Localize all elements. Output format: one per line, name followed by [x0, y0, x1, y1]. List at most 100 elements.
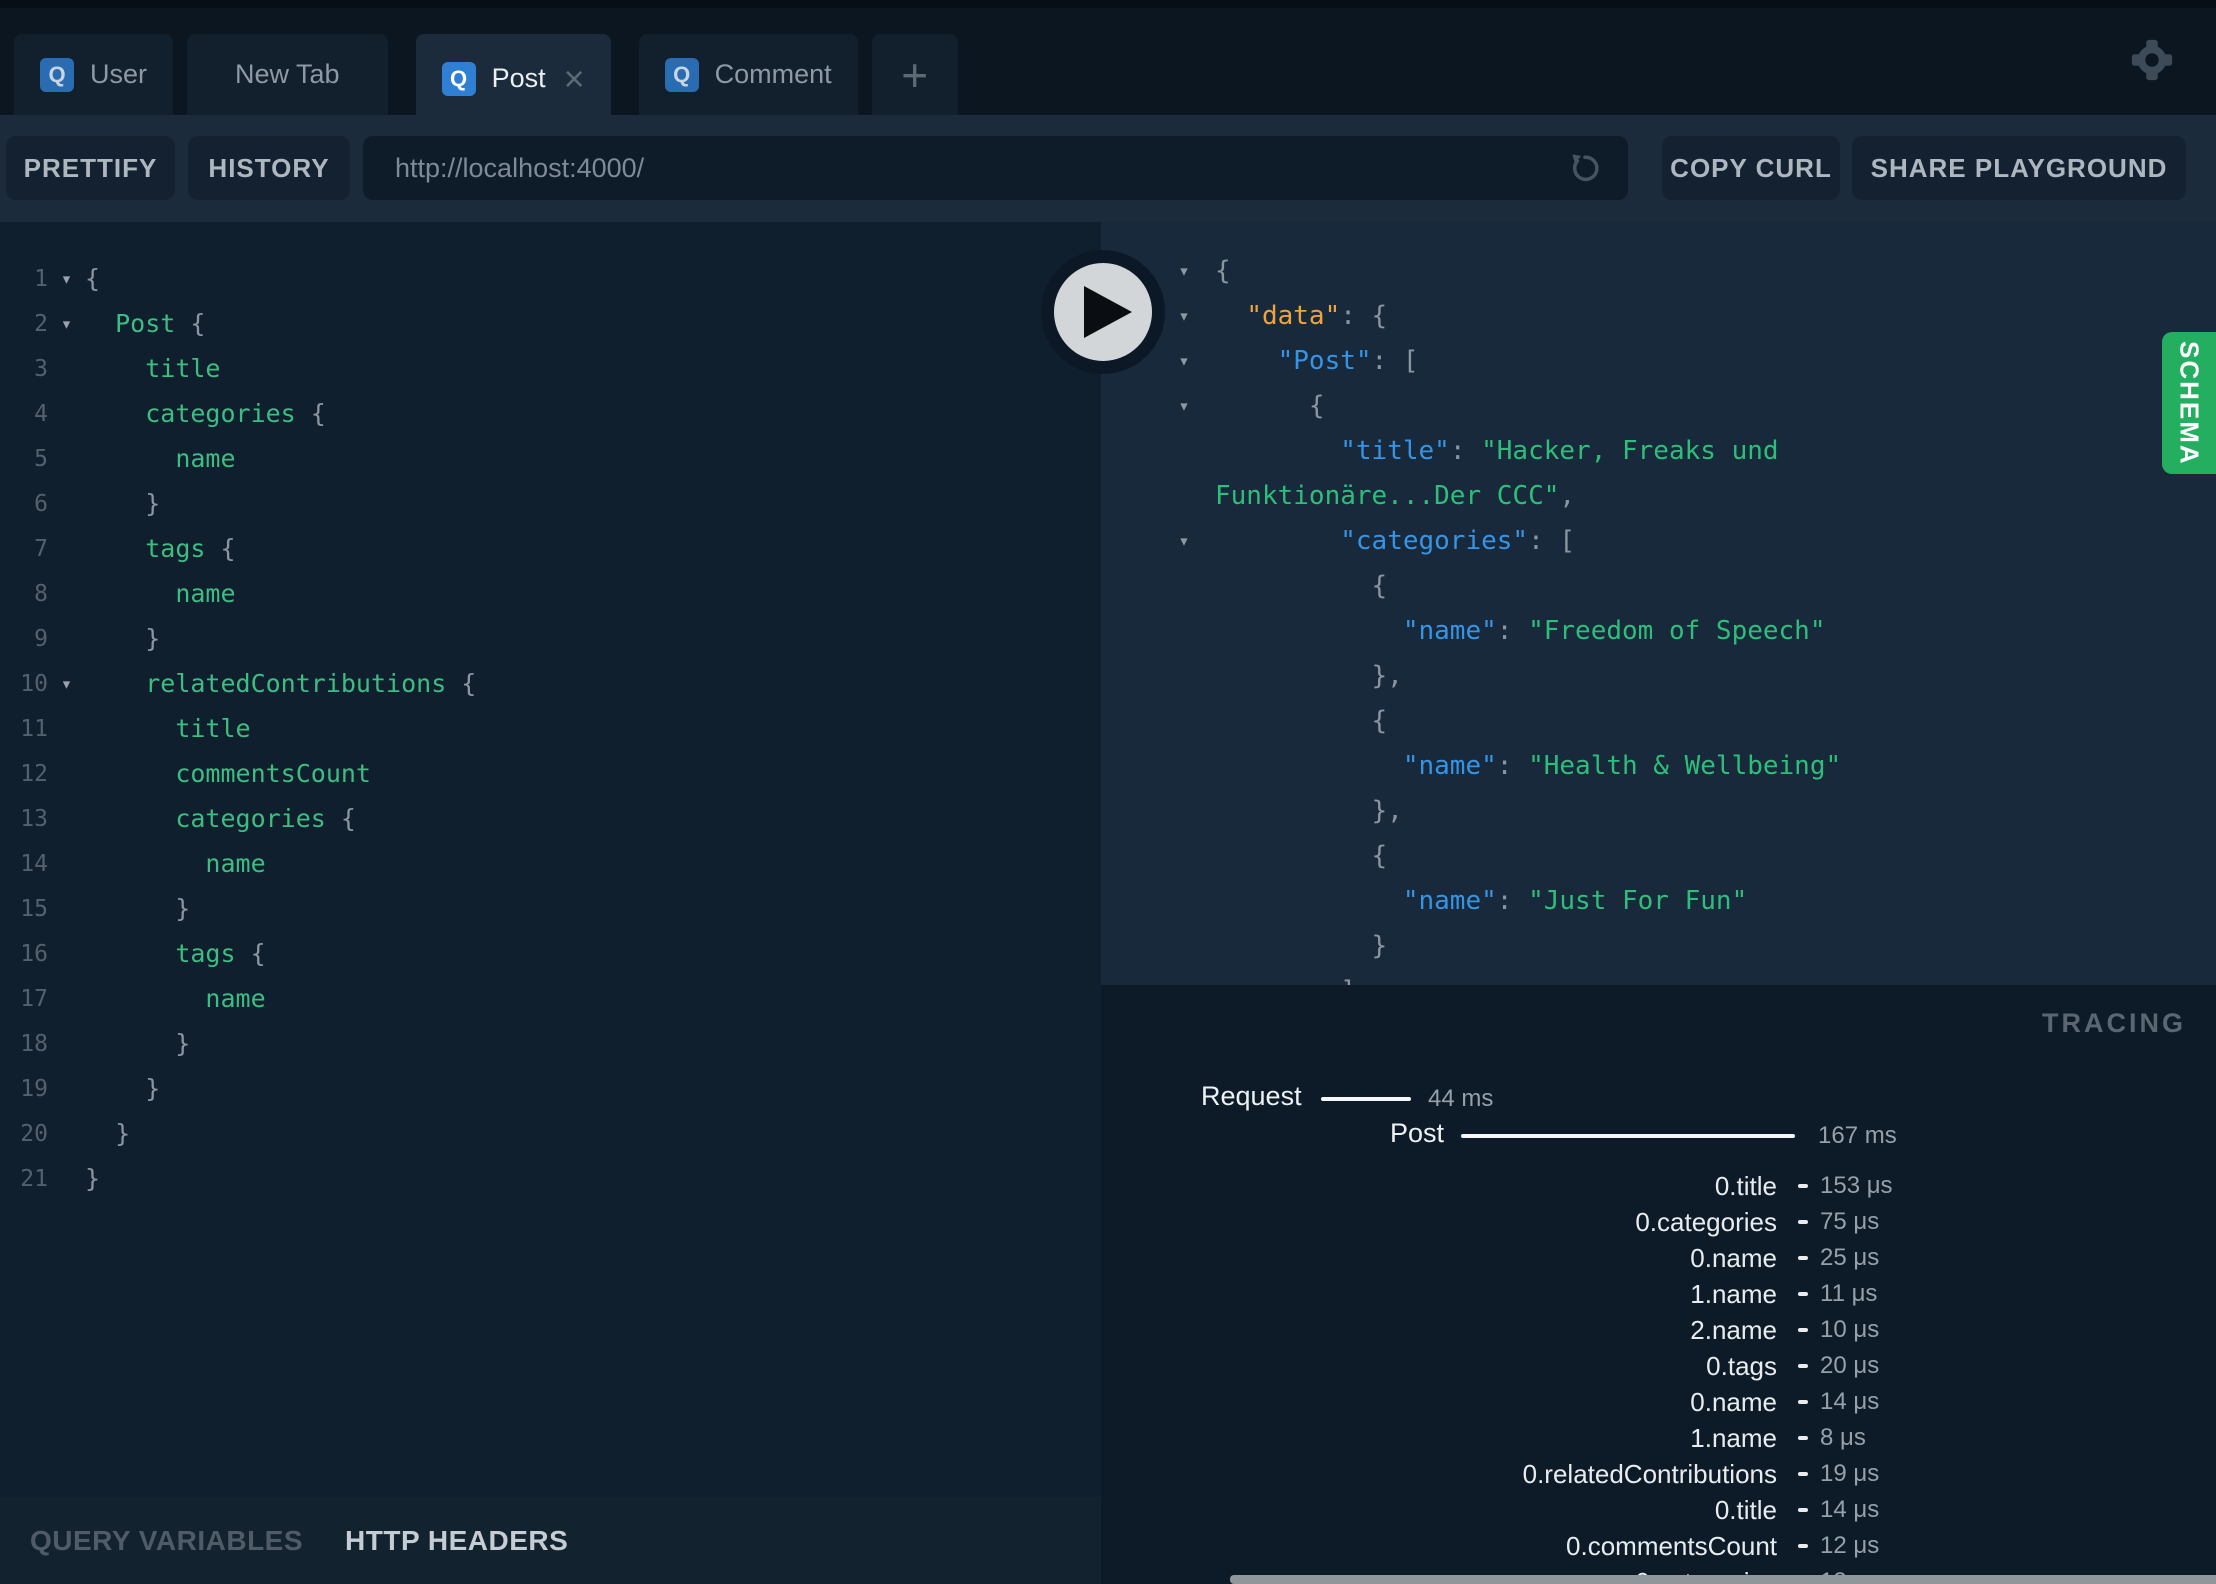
schema-side-tab-label: SCHEMA: [2174, 340, 2205, 466]
trace-span-time: 44 ms: [1428, 1085, 1494, 1112]
fold-arrow-icon[interactable]: ▾: [48, 673, 85, 695]
query-line: 6 }: [0, 481, 1101, 526]
reload-schema-icon[interactable]: [1566, 149, 1604, 187]
code-token-p: :: [1496, 885, 1529, 916]
fold-arrow-icon[interactable]: ▾: [1101, 395, 1215, 417]
trace-duration-tick: [1798, 1472, 1808, 1476]
response-code-text: "title": "Hacker, Freaks und: [1215, 435, 1778, 466]
line-number: 21: [20, 1165, 48, 1192]
query-code-text: commentsCount: [85, 759, 371, 788]
response-code-text: "name": "Health & Wellbeing": [1215, 751, 1841, 781]
response-pane[interactable]: ▾{▾ "data": {▾ "Post": [▾ { "title": "Ha…: [1101, 222, 2216, 985]
tab-comment[interactable]: Q Comment: [638, 34, 858, 115]
code-token-key: "name": [1402, 750, 1497, 781]
query-line: 17 name: [0, 976, 1101, 1021]
query-code-text: name: [85, 579, 235, 608]
query-code-text: tags {: [85, 534, 235, 563]
tracing-title[interactable]: TRACING: [2042, 1008, 2186, 1039]
endpoint-url-input[interactable]: [395, 152, 1566, 184]
query-variables-tab[interactable]: QUERY VARIABLES: [30, 1525, 303, 1557]
code-token-p: [85, 444, 175, 473]
response-line: }: [1101, 923, 2216, 968]
toolbar: PRETTIFY HISTORY COPY CURL SHARE PLAYGRO…: [0, 115, 2216, 222]
session-tabs: Q User New Tab Q Post × Q Comment +: [14, 34, 958, 123]
query-code-text: title: [85, 714, 250, 743]
code-token-p: :: [1449, 435, 1482, 466]
code-token-p: [85, 534, 145, 563]
trace-field-time: 75 μs: [1820, 1208, 1880, 1235]
trace-duration-tick: [1798, 1328, 1808, 1332]
tab-new-tab[interactable]: New Tab: [187, 34, 388, 115]
response-code-text: ]: [1215, 976, 1356, 986]
close-tab-icon[interactable]: ×: [564, 60, 585, 97]
code-token-str: Funktionäre...Der CCC": [1215, 480, 1560, 511]
trace-duration-bar: [1461, 1134, 1795, 1138]
query-line: 8 name: [0, 571, 1101, 616]
execute-query-button[interactable]: [1041, 250, 1165, 374]
query-code-text: name: [85, 849, 265, 878]
trace-span-post: Post 167 ms: [1101, 1118, 2216, 1152]
tab-post[interactable]: Q Post ×: [415, 34, 611, 123]
code-token-p: }: [85, 1029, 191, 1058]
code-token-p: : [: [1371, 345, 1419, 376]
response-line: },: [1101, 788, 2216, 833]
line-number: 8: [34, 580, 48, 607]
fold-arrow-icon[interactable]: ▾: [48, 268, 85, 290]
query-code-text: name: [85, 984, 265, 1013]
trace-duration-tick: [1798, 1184, 1808, 1188]
trace-field-label: 0.title: [1714, 1494, 1777, 1525]
trace-field-label: 1.name: [1690, 1278, 1777, 1309]
line-number: 12: [20, 760, 48, 787]
query-code-text: Post {: [85, 309, 205, 338]
horizontal-scrollbar-thumb[interactable]: [1230, 1575, 2216, 1584]
code-token-p: {: [1215, 705, 1388, 736]
query-line: 12 commentsCount: [0, 751, 1101, 796]
trace-field-row: 0.title 153 μs: [1101, 1170, 2216, 1202]
trace-duration-tick: [1798, 1256, 1808, 1260]
trace-duration-tick: [1798, 1292, 1808, 1296]
fold-arrow-icon[interactable]: ▾: [48, 313, 85, 335]
response-line: {: [1101, 833, 2216, 878]
query-code-text: }: [85, 894, 190, 923]
http-headers-tab[interactable]: HTTP HEADERS: [345, 1525, 568, 1557]
window-top-strip: [0, 0, 2216, 8]
code-token-p: [85, 984, 205, 1013]
fold-arrow-icon[interactable]: ▾: [1101, 530, 1215, 552]
tab-user[interactable]: Q User: [14, 34, 174, 115]
copy-curl-button[interactable]: COPY CURL: [1662, 136, 1840, 200]
trace-duration-tick: [1798, 1508, 1808, 1512]
trace-field-label: 0.commentsCount: [1566, 1530, 1777, 1561]
query-badge-icon: Q: [40, 57, 74, 92]
line-number: 11: [20, 715, 48, 742]
trace-field-label: 0.categories: [1635, 1206, 1777, 1237]
share-playground-button[interactable]: SHARE PLAYGROUND: [1852, 136, 2186, 200]
line-number: 1: [34, 265, 48, 292]
response-code-text: Funktionäre...Der CCC",: [1215, 481, 1575, 511]
line-number: 2: [34, 310, 48, 337]
code-token-p: : {: [1340, 300, 1388, 331]
query-code-text: categories {: [85, 399, 326, 428]
code-token-p: {: [446, 669, 477, 698]
query-line: 21}: [0, 1156, 1101, 1201]
tab-label: Comment: [714, 59, 832, 89]
line-number: 10: [20, 670, 48, 697]
new-tab-button[interactable]: +: [871, 34, 958, 115]
response-code-text: "Post": [: [1215, 346, 1419, 376]
code-token-p: }: [85, 489, 161, 518]
tab-label: New Tab: [235, 59, 340, 89]
history-button[interactable]: HISTORY: [188, 136, 350, 200]
query-editor-pane[interactable]: 1 ▾{2 ▾ Post {3 title 4 categories {5 name 6…: [0, 222, 1101, 1497]
settings-gear-icon[interactable]: [2129, 37, 2175, 83]
prettify-button[interactable]: PRETTIFY: [6, 136, 175, 200]
query-line: 18 }: [0, 1021, 1101, 1066]
query-line: 19 }: [0, 1066, 1101, 1111]
trace-duration-tick: [1798, 1364, 1808, 1368]
schema-side-tab[interactable]: SCHEMA: [2162, 332, 2216, 474]
response-line: "name": "Just For Fun": [1101, 878, 2216, 923]
code-token-f: name: [175, 444, 236, 473]
trace-field-label: 0.title: [1714, 1170, 1777, 1201]
code-token-p: {: [235, 939, 266, 968]
endpoint-url-box: [363, 136, 1628, 200]
code-token-p: [1215, 346, 1278, 376]
code-token-p: },: [1215, 795, 1403, 826]
